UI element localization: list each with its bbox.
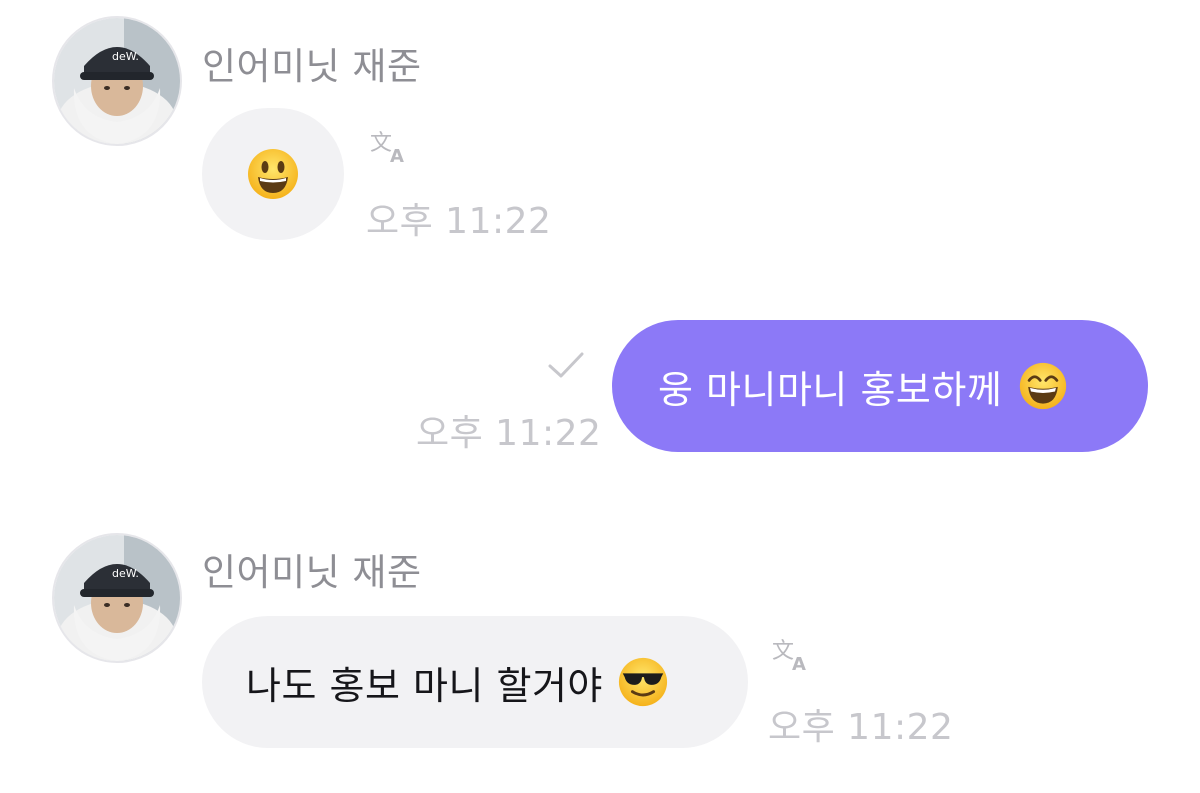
message-bubble-incoming[interactable]: 나도 홍보 마니 할거야 bbox=[202, 616, 748, 748]
avatar-photo: deW. bbox=[54, 18, 180, 144]
chat-screen: deW. 인어미닛 재준 文 A 오후 11:22 오후 11:22 웅 마니마… bbox=[0, 0, 1200, 793]
translate-icon[interactable]: 文 A bbox=[770, 634, 814, 674]
avatar[interactable]: deW. bbox=[52, 533, 182, 663]
avatar-photo: deW. bbox=[54, 535, 180, 661]
sunglasses-face-emoji bbox=[618, 657, 667, 707]
smiling-face-emoji bbox=[1020, 362, 1067, 410]
message-text: 웅 마니마니 홍보하께 bbox=[658, 367, 1003, 412]
message-text: 나도 홍보 마니 할거야 bbox=[246, 663, 603, 708]
svg-text:deW.: deW. bbox=[112, 567, 139, 580]
svg-text:文: 文 bbox=[370, 131, 392, 156]
svg-text:文: 文 bbox=[772, 639, 794, 664]
message-timestamp: 오후 11:22 bbox=[416, 413, 602, 454]
svg-text:deW.: deW. bbox=[112, 50, 139, 63]
message-timestamp: 오후 11:22 bbox=[768, 707, 954, 748]
svg-text:A: A bbox=[390, 146, 404, 166]
message-timestamp: 오후 11:22 bbox=[366, 201, 552, 242]
avatar[interactable]: deW. bbox=[52, 16, 182, 146]
translate-icon[interactable]: 文 A bbox=[368, 126, 412, 166]
message-bubble-outgoing[interactable]: 웅 마니마니 홍보하께 bbox=[612, 320, 1148, 452]
sender-name: 인어미닛 재준 bbox=[202, 551, 422, 594]
message-bubble-incoming[interactable] bbox=[202, 108, 344, 240]
svg-text:A: A bbox=[792, 654, 806, 674]
check-icon bbox=[548, 352, 584, 378]
sender-name: 인어미닛 재준 bbox=[202, 45, 422, 88]
grinning-face-emoji bbox=[248, 149, 298, 199]
